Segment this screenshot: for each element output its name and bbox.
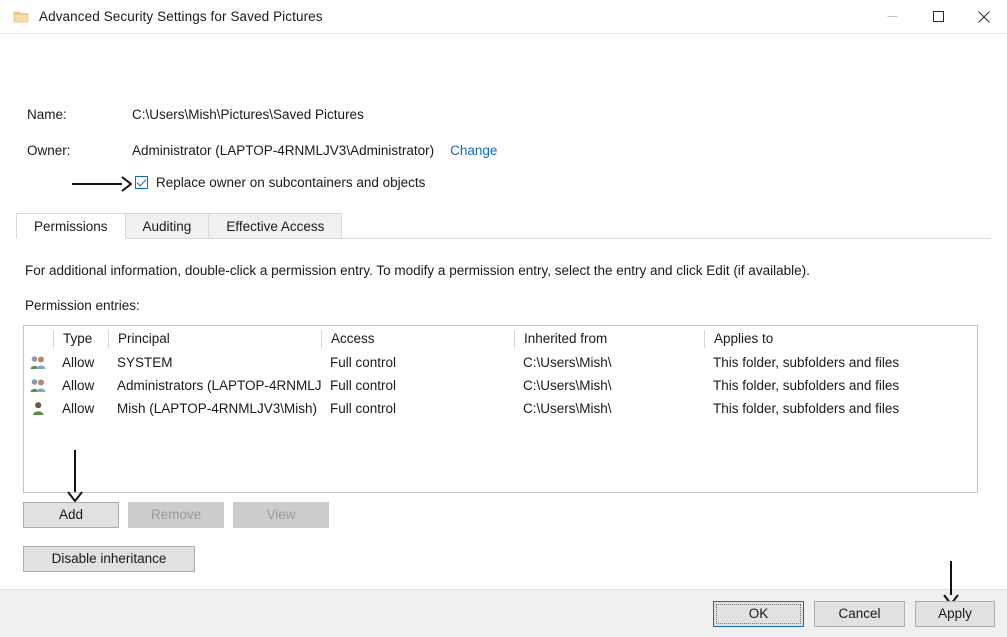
column-header-access[interactable]: Access [321, 330, 514, 348]
replace-owner-checkbox[interactable] [135, 176, 148, 189]
apply-button[interactable]: Apply [915, 601, 995, 627]
column-header-principal[interactable]: Principal [108, 330, 321, 348]
column-header-inherited-from[interactable]: Inherited from [514, 330, 704, 348]
maximize-icon[interactable] [915, 0, 961, 33]
permission-entries-table[interactable]: Type Principal Access Inherited from App… [23, 325, 978, 493]
cell-applies-to: This folder, subfolders and files [704, 355, 977, 370]
column-header-applies-to[interactable]: Applies to [704, 330, 977, 348]
table-row[interactable]: Allow Mish (LAPTOP-4RNMLJV3\Mish) Full c… [24, 397, 977, 420]
titlebar-separator [0, 33, 1007, 34]
close-icon[interactable] [961, 0, 1007, 33]
tab-auditing[interactable]: Auditing [125, 213, 210, 238]
cell-type: Allow [53, 355, 108, 370]
owner-row: Owner: Administrator (LAPTOP-4RNMLJV3\Ad… [27, 143, 497, 158]
group-icon [24, 355, 53, 370]
table-header-row: Type Principal Access Inherited from App… [24, 326, 977, 351]
folder-icon [13, 9, 29, 25]
tab-permissions[interactable]: Permissions [16, 213, 126, 239]
ok-button[interactable]: OK [713, 601, 804, 627]
tab-strip: Permissions Auditing Effective Access [16, 212, 991, 239]
cell-inherited-from: C:\Users\Mish\ [514, 355, 704, 370]
window-title: Advanced Security Settings for Saved Pic… [39, 9, 323, 24]
name-value: C:\Users\Mish\Pictures\Saved Pictures [132, 107, 364, 122]
table-row[interactable]: Allow SYSTEM Full control C:\Users\Mish\… [24, 351, 977, 374]
cell-type: Allow [53, 401, 108, 416]
cancel-button[interactable]: Cancel [814, 601, 905, 627]
change-owner-link[interactable]: Change [450, 143, 497, 158]
name-row: Name: C:\Users\Mish\Pictures\Saved Pictu… [27, 107, 364, 122]
cell-inherited-from: C:\Users\Mish\ [514, 401, 704, 416]
cell-access: Full control [321, 378, 514, 393]
cell-principal: Administrators (LAPTOP-4RNMLJ... [108, 378, 321, 393]
group-icon [24, 378, 53, 393]
title-bar: Advanced Security Settings for Saved Pic… [0, 0, 1007, 33]
owner-label: Owner: [27, 143, 132, 158]
column-header-type[interactable]: Type [53, 330, 108, 348]
window-controls [869, 0, 1007, 33]
permission-entries-label: Permission entries: [25, 298, 140, 313]
owner-value: Administrator (LAPTOP-4RNMLJV3\Administr… [132, 143, 434, 158]
minimize-icon[interactable] [869, 0, 915, 33]
cell-principal: Mish (LAPTOP-4RNMLJV3\Mish) [108, 401, 321, 416]
table-row[interactable]: Allow Administrators (LAPTOP-4RNMLJ... F… [24, 374, 977, 397]
column-header-icon [24, 330, 53, 348]
replace-owner-label: Replace owner on subcontainers and objec… [156, 175, 425, 190]
instruction-text: For additional information, double-click… [25, 263, 810, 278]
disable-inheritance-button[interactable]: Disable inheritance [23, 546, 195, 572]
replace-owner-row[interactable]: Replace owner on subcontainers and objec… [135, 175, 425, 190]
cell-principal: SYSTEM [108, 355, 321, 370]
user-icon [24, 401, 53, 416]
cell-access: Full control [321, 355, 514, 370]
cell-applies-to: This folder, subfolders and files [704, 378, 977, 393]
cell-inherited-from: C:\Users\Mish\ [514, 378, 704, 393]
cell-applies-to: This folder, subfolders and files [704, 401, 977, 416]
arrow-to-replace-owner-checkbox [70, 173, 132, 198]
cell-type: Allow [53, 378, 108, 393]
cell-access: Full control [321, 401, 514, 416]
tab-effective-access[interactable]: Effective Access [208, 213, 342, 238]
add-button[interactable]: Add [23, 502, 119, 528]
view-button: View [233, 502, 329, 528]
name-label: Name: [27, 107, 132, 122]
remove-button: Remove [128, 502, 224, 528]
